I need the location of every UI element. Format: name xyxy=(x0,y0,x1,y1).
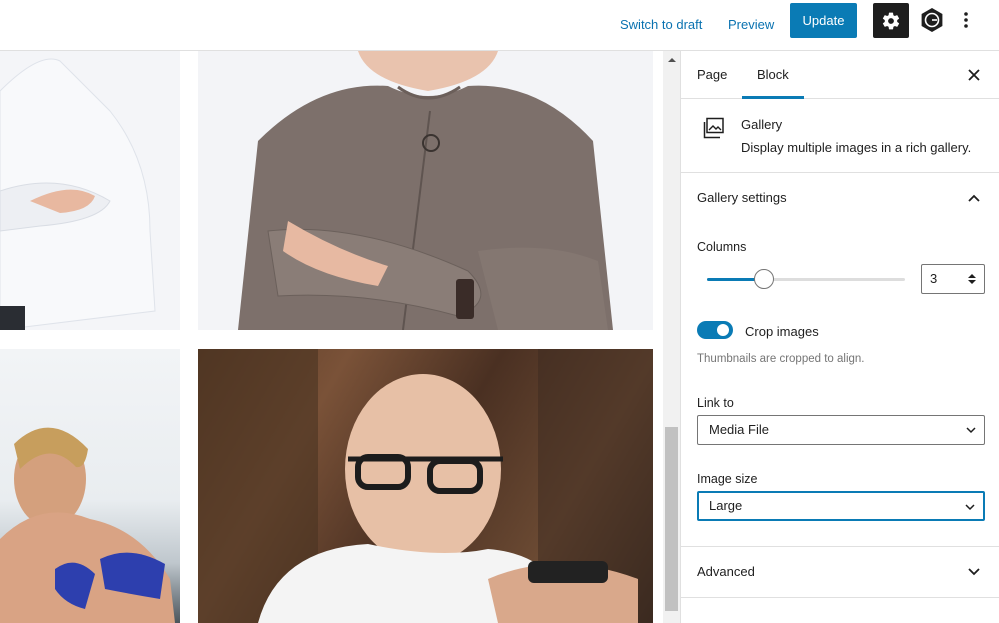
close-icon xyxy=(968,69,980,81)
gallery-settings-panel-toggle[interactable]: Gallery settings xyxy=(681,173,999,223)
image-size-select[interactable]: Large xyxy=(697,491,985,521)
more-vertical-icon xyxy=(964,12,968,28)
gallery-image-4[interactable] xyxy=(198,349,653,623)
columns-number-input[interactable]: 3 xyxy=(921,264,985,294)
columns-value: 3 xyxy=(930,271,938,286)
scrollbar-thumb[interactable] xyxy=(665,427,678,611)
toggle-knob xyxy=(717,324,729,336)
person-grey-shirt-image xyxy=(238,51,613,330)
gallery-image-2[interactable] xyxy=(198,51,653,330)
person-white-shirt-image xyxy=(0,58,156,330)
plugin-g-button[interactable] xyxy=(917,5,947,35)
spinner-arrows-icon[interactable] xyxy=(966,271,978,287)
woman-bikini-image xyxy=(0,427,175,623)
settings-button[interactable] xyxy=(873,3,909,38)
gallery-image-1[interactable] xyxy=(0,51,180,330)
preview-button[interactable]: Preview xyxy=(728,12,774,38)
canvas-scrollbar[interactable] xyxy=(663,51,680,623)
bald-man-glasses-image xyxy=(198,349,653,623)
switch-to-draft-button[interactable]: Switch to draft xyxy=(620,12,702,38)
chevron-down-icon xyxy=(966,427,976,434)
scroll-up-button[interactable] xyxy=(663,51,680,68)
advanced-panel-toggle[interactable]: Advanced xyxy=(681,547,999,597)
close-sidebar-button[interactable] xyxy=(963,64,985,86)
sidebar-tabs: Page Block xyxy=(681,51,999,99)
chevron-down-icon xyxy=(964,562,984,582)
editor-canvas xyxy=(0,51,663,623)
g-logo-icon xyxy=(921,8,943,32)
chevron-up-icon xyxy=(667,57,676,62)
gallery-icon xyxy=(703,117,725,144)
panel-title: Advanced xyxy=(697,564,755,579)
panel-title: Gallery settings xyxy=(697,190,787,205)
crop-images-label: Crop images xyxy=(745,324,819,339)
gear-icon xyxy=(882,12,900,29)
columns-slider-thumb[interactable] xyxy=(754,269,774,289)
settings-sidebar: Page Block Gallery Display multiple imag… xyxy=(680,51,999,623)
chevron-down-icon xyxy=(965,504,975,511)
link-to-value: Media File xyxy=(709,422,769,437)
tab-page[interactable]: Page xyxy=(697,51,727,99)
image-size-value: Large xyxy=(709,498,743,513)
editor-top-toolbar: Switch to draft Preview Update xyxy=(0,0,999,51)
tab-block[interactable]: Block xyxy=(757,51,789,99)
link-to-label: Link to xyxy=(697,396,734,410)
more-options-button[interactable] xyxy=(955,5,977,35)
crop-images-help: Thumbnails are cropped to align. xyxy=(697,353,865,365)
block-card: Gallery Display multiple images in a ric… xyxy=(681,99,999,173)
gallery-image-3[interactable] xyxy=(0,349,180,623)
columns-slider-track[interactable] xyxy=(707,278,905,281)
panel-divider xyxy=(681,597,999,598)
columns-label: Columns xyxy=(697,240,747,254)
update-button[interactable]: Update xyxy=(790,3,857,38)
crop-images-toggle[interactable] xyxy=(697,321,733,339)
block-description: Display multiple images in a rich galler… xyxy=(741,140,972,155)
chevron-up-icon xyxy=(964,188,984,208)
link-to-select[interactable]: Media File xyxy=(697,415,985,445)
image-size-label: Image size xyxy=(697,472,758,486)
block-title: Gallery xyxy=(741,117,783,132)
